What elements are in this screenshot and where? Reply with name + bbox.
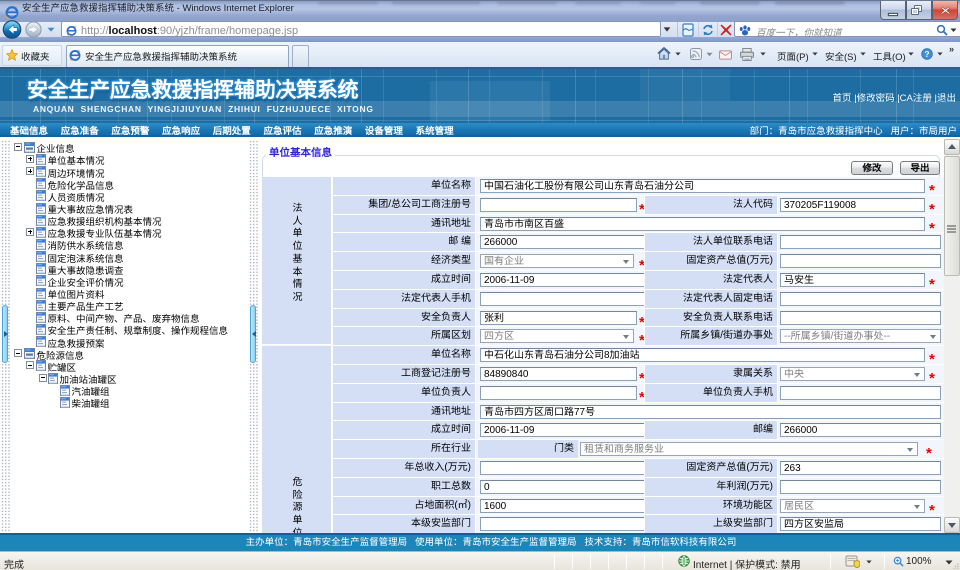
svg-text:?: ? (925, 50, 930, 59)
